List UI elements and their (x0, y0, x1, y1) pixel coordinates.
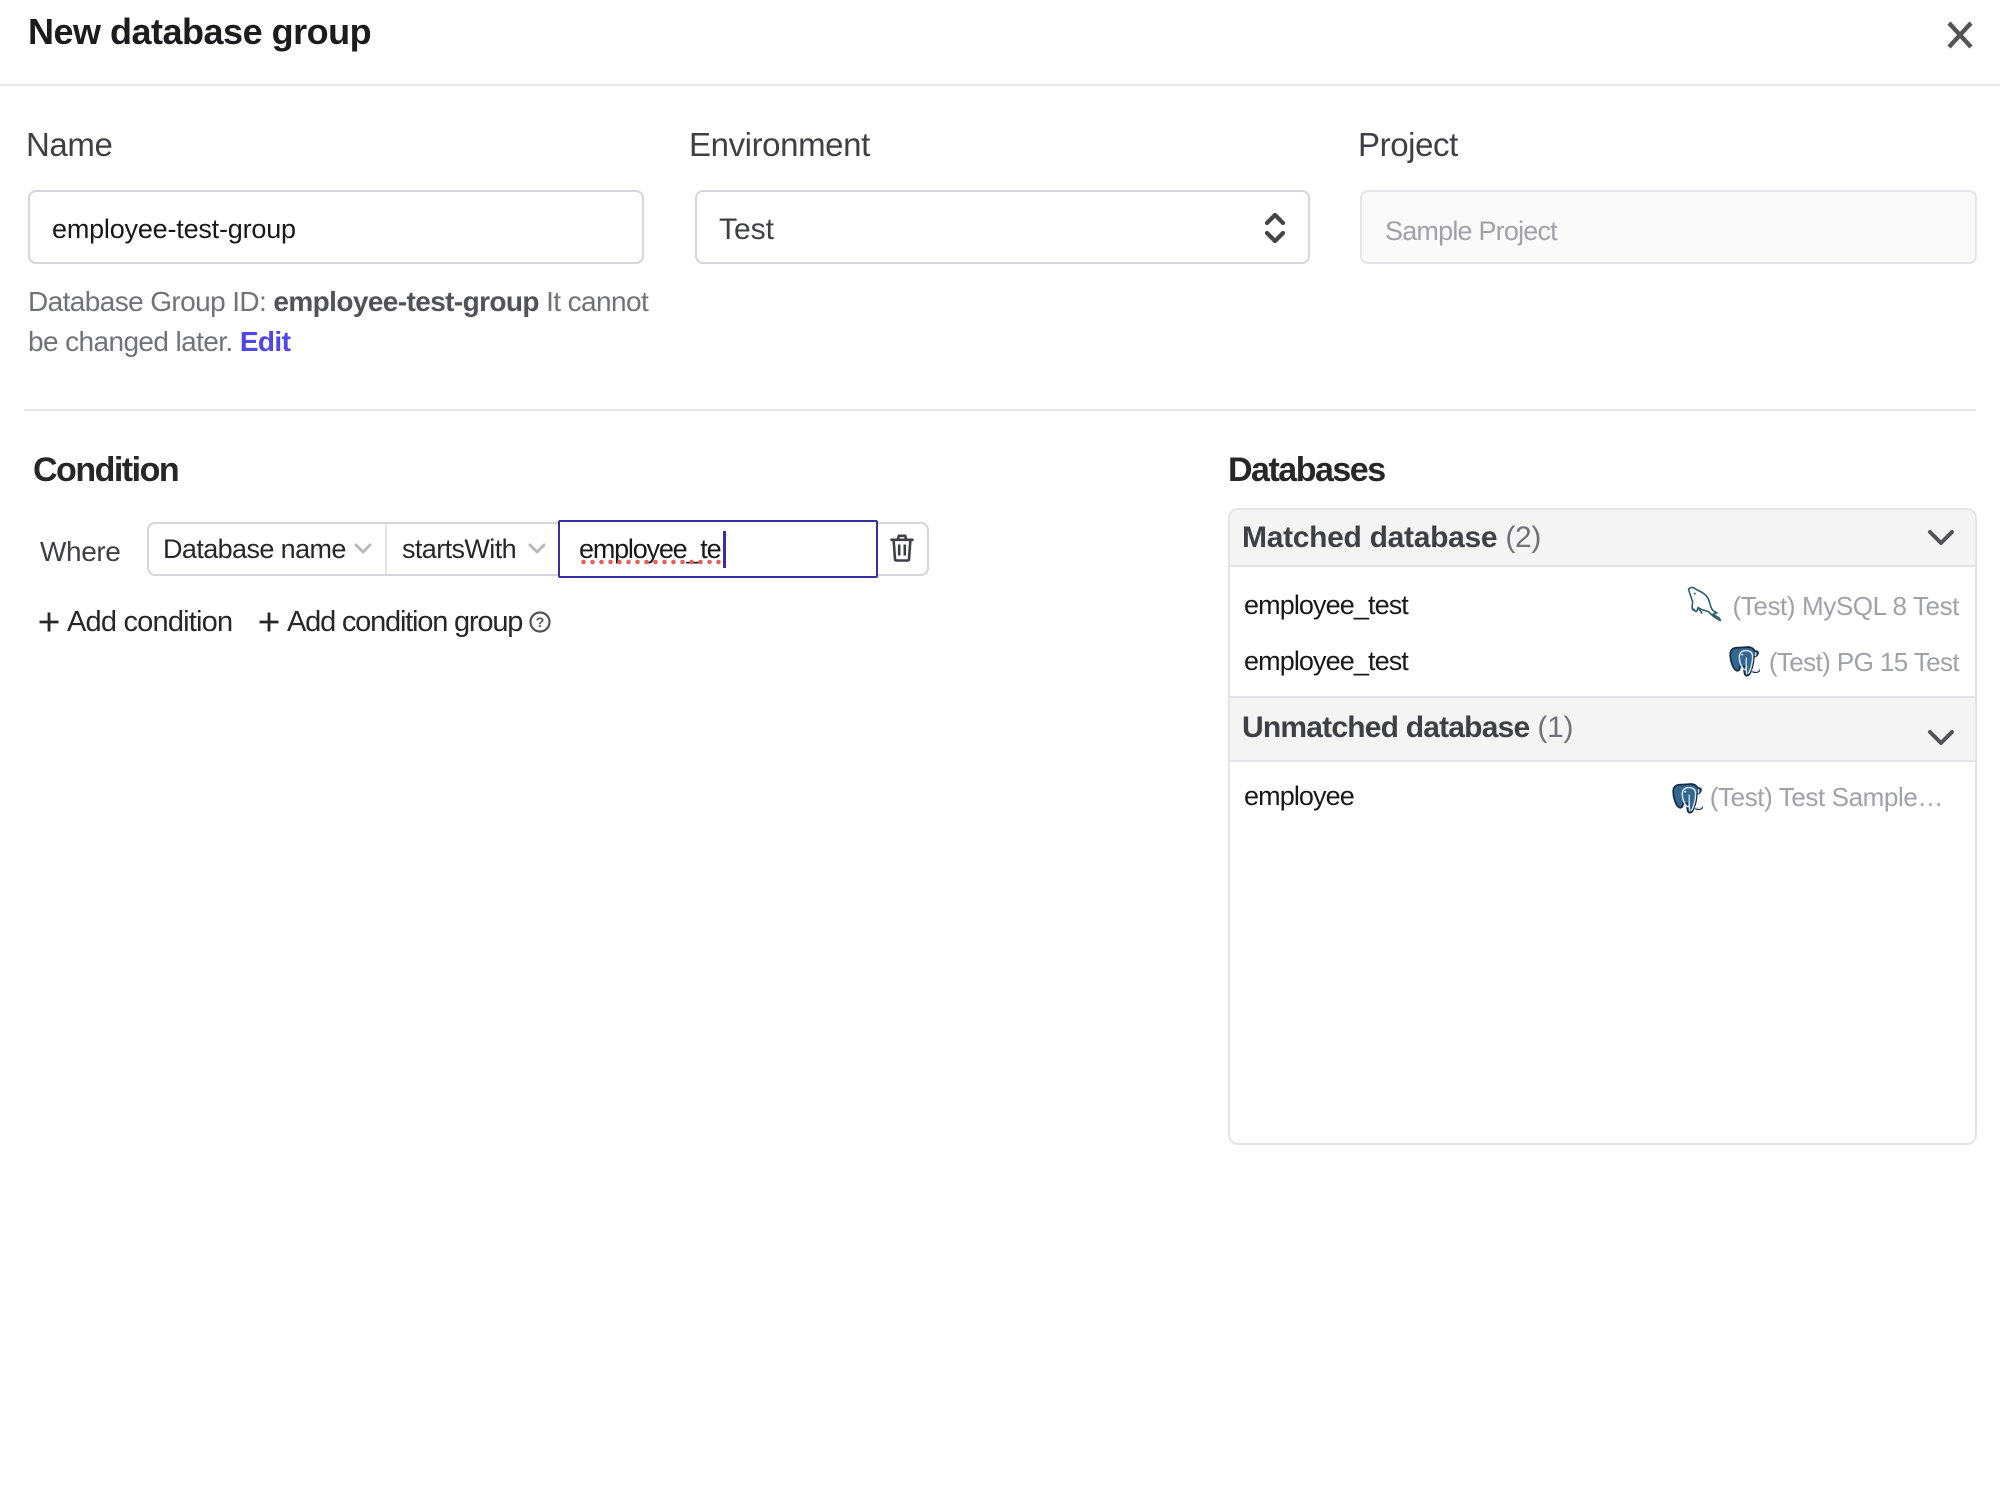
svg-text:?: ? (536, 614, 545, 630)
